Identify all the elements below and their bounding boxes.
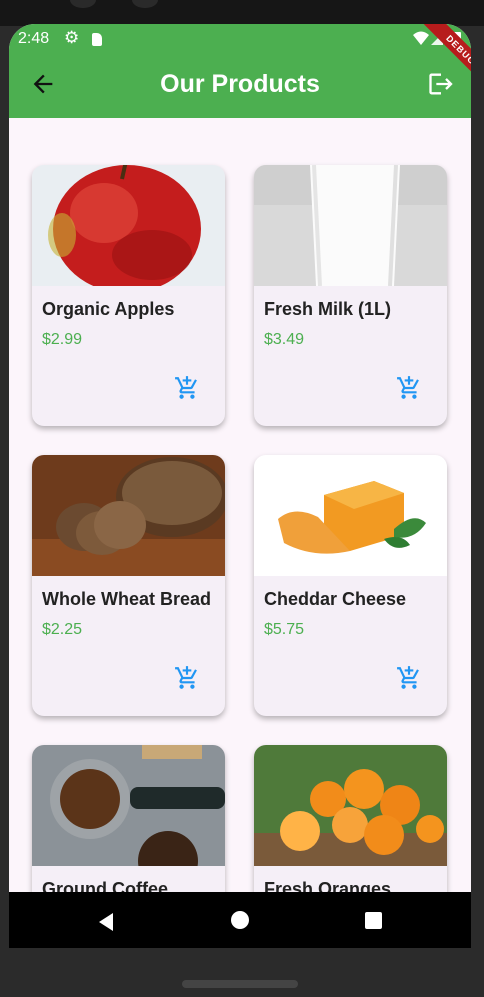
product-name: Ground Coffee	[42, 879, 168, 892]
product-name: Cheddar Cheese	[264, 589, 407, 609]
product-card[interactable]: Fresh Milk (1L) $3.49	[254, 165, 447, 426]
product-price: $2.25	[42, 621, 83, 638]
product-name: Fresh Oranges	[264, 879, 392, 892]
oranges-image	[254, 745, 447, 866]
milk-image	[254, 165, 447, 286]
add-to-cart-icon[interactable]	[174, 665, 200, 691]
product-card[interactable]: Fresh Oranges	[254, 745, 447, 892]
sensor-dot	[132, 0, 158, 8]
camera-dot	[70, 0, 96, 8]
product-grid: Organic Apples $2.99 Fresh Milk (1L) $3.…	[9, 118, 471, 892]
status-bar: 2:48 ⚙	[9, 24, 471, 54]
add-to-cart-icon[interactable]	[396, 665, 422, 691]
product-name: Fresh Milk (1L)	[264, 299, 392, 319]
bread-image	[32, 455, 225, 576]
cheese-image	[254, 455, 447, 576]
status-time: 2:48	[18, 30, 50, 47]
phone-speaker	[182, 980, 298, 988]
apple-image	[32, 165, 225, 286]
nav-recent-icon[interactable]	[365, 912, 382, 929]
product-card[interactable]: Whole Wheat Bread $2.25	[32, 455, 225, 716]
nav-home-icon[interactable]	[231, 911, 249, 929]
page-title: Our Products	[160, 70, 320, 98]
product-card[interactable]: Organic Apples $2.99	[32, 165, 225, 426]
app-bar: Our Products	[9, 54, 471, 118]
system-nav-bar	[9, 892, 471, 948]
nav-back-icon[interactable]	[97, 912, 115, 932]
phone-frame-top	[0, 0, 484, 26]
product-card[interactable]: Cheddar Cheese $5.75	[254, 455, 447, 716]
product-card[interactable]: Ground Coffee	[32, 745, 225, 892]
product-price: $2.99	[42, 331, 83, 348]
gear-icon: ⚙	[64, 28, 80, 47]
sim-card-icon	[92, 33, 102, 46]
product-name: Whole Wheat Bread	[42, 589, 212, 609]
add-to-cart-icon[interactable]	[396, 375, 422, 401]
product-price: $3.49	[264, 331, 305, 348]
product-name: Organic Apples	[42, 299, 175, 319]
logout-icon[interactable]	[427, 70, 455, 98]
add-to-cart-icon[interactable]	[174, 375, 200, 401]
product-price: $5.75	[264, 621, 305, 638]
app-screen: 2:48 ⚙ Our Products DEBUG Organic Apples…	[9, 24, 471, 948]
coffee-image	[32, 745, 225, 866]
